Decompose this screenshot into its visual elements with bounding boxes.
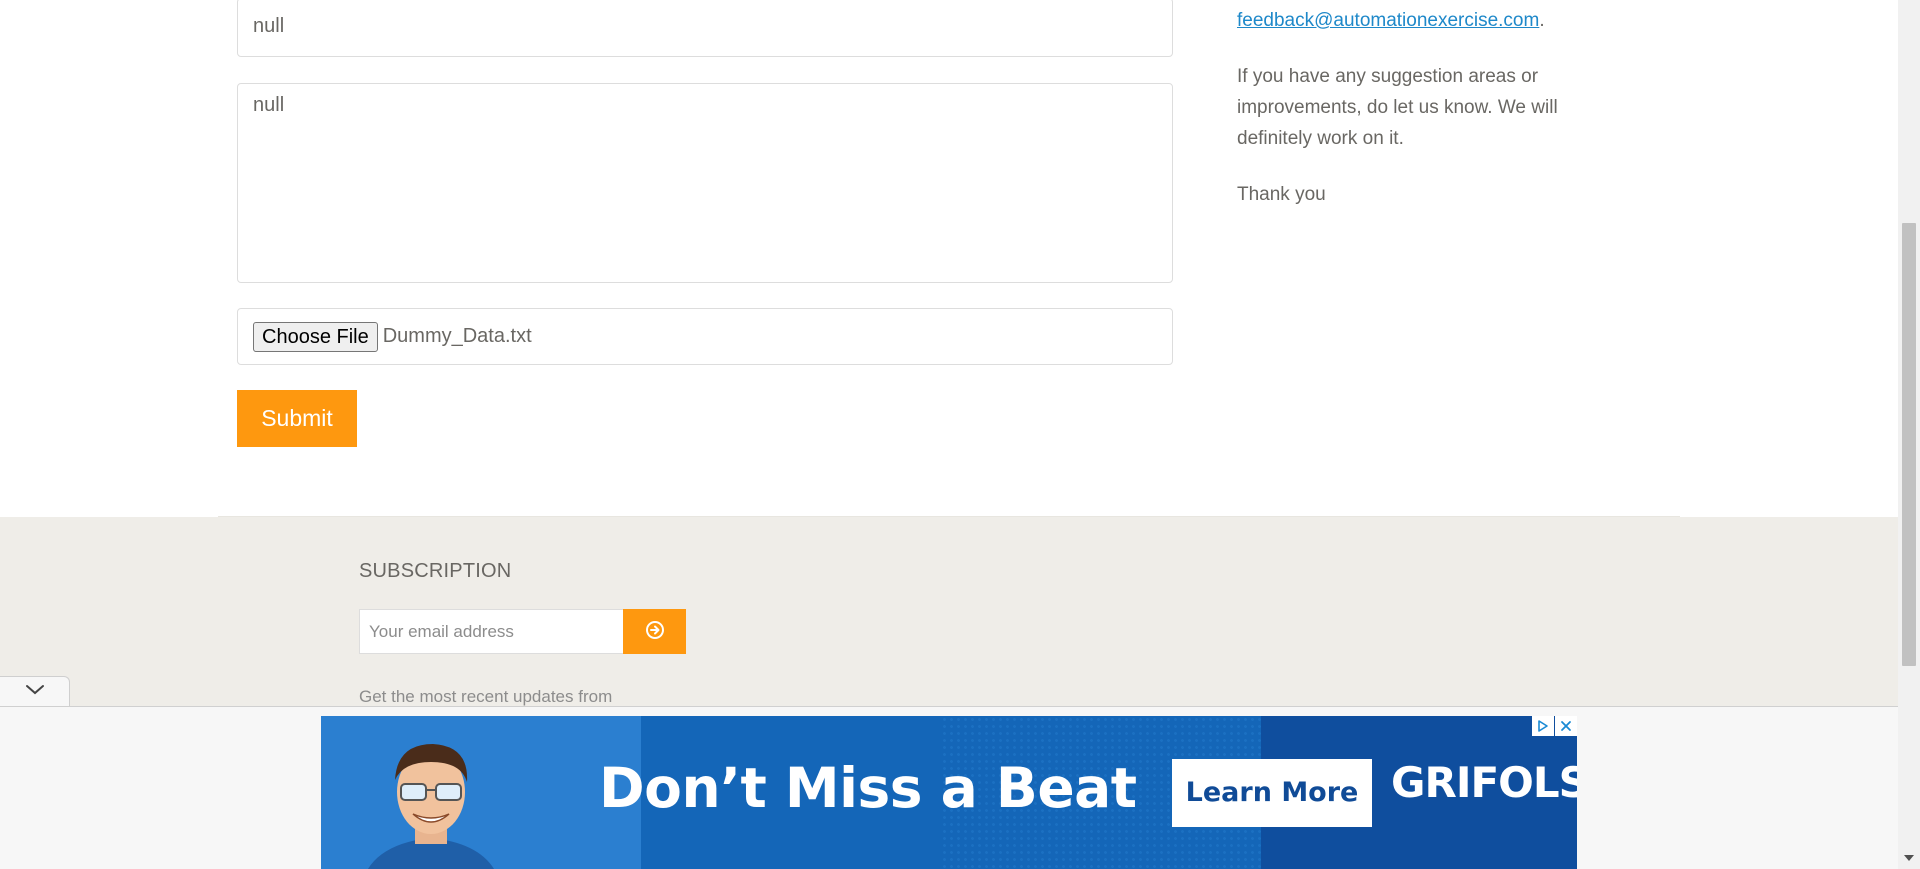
suggestion-text: If you have any suggestion areas or impr… [1237,66,1558,149]
feedback-email-link[interactable]: feedback@automationexercise.com [1237,10,1539,31]
footer-divider [218,516,1680,517]
selected-file-name: Dummy_Data.txt [382,325,532,347]
submit-button[interactable]: Submit [237,390,357,447]
thank-you-text: Thank you [1237,184,1326,205]
subscription-title: SUBSCRIPTION [359,560,512,582]
ad-close-icon[interactable] [1555,716,1577,736]
subject-input[interactable]: null [237,0,1173,57]
arrow-circle-right-icon [645,620,665,643]
subscription-description: Get the most recent updates from [359,687,613,706]
feedback-email-line: feedback@automationexercise.com. [1237,5,1545,36]
choose-file-button[interactable]: Choose File [253,321,378,352]
ad-brand-logo: GRIFOLS [1391,758,1577,807]
ad-banner[interactable]: Don’t Miss a Beat Learn More GRIFOLS [321,716,1577,869]
page: null null Choose File Dummy_Data.txt Sub… [0,0,1920,869]
file-upload-field: Choose File Dummy_Data.txt [237,308,1173,365]
chevron-down-icon [25,683,45,701]
subscribe-button[interactable] [623,609,686,654]
adchoices-icon[interactable] [1532,716,1554,736]
ad-learn-more-button[interactable]: Learn More [1172,759,1372,827]
ad-collapse-toggle[interactable] [0,676,70,706]
message-value: null [253,94,285,116]
scroll-down-arrow-icon[interactable] [1904,855,1914,861]
email-suffix: . [1539,10,1545,31]
scrollbar-thumb[interactable] [1902,223,1916,666]
subject-value: null [253,15,285,37]
message-textarea[interactable]: null [237,83,1173,283]
ad-person-illustration [368,744,494,869]
vertical-scrollbar[interactable] [1898,0,1920,869]
subscription-email-input[interactable] [359,609,624,654]
ad-headline: Don’t Miss a Beat [599,756,1137,820]
